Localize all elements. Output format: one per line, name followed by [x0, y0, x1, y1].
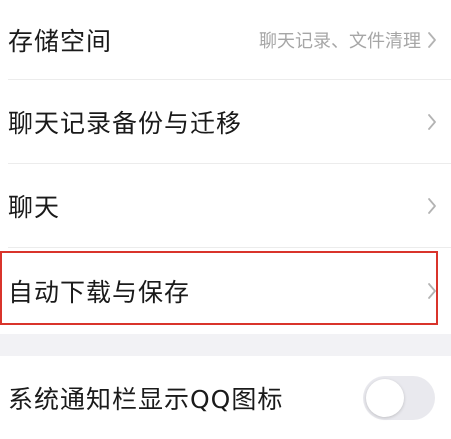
chevron-right-icon — [428, 114, 436, 130]
settings-row-backup-migrate[interactable]: 聊天记录备份与迁移 — [0, 80, 451, 164]
chevron-right-icon — [428, 283, 436, 299]
storage-subtext: 聊天记录、文件清理 — [259, 31, 421, 52]
chat-right — [427, 197, 437, 215]
qq-icon-toggle[interactable] — [363, 376, 435, 420]
auto-download-label: 自动下载与保存 — [8, 278, 191, 307]
chevron-right-icon — [428, 198, 436, 214]
chevron-right-icon — [428, 32, 436, 48]
toggle-knob — [366, 379, 404, 417]
settings-row-storage[interactable]: 存储空间 聊天记录、文件清理 — [0, 0, 451, 80]
backup-label: 聊天记录备份与迁移 — [8, 109, 243, 138]
qq-icon-right — [363, 376, 437, 420]
settings-row-qq-icon[interactable]: 系统通知栏显示QQ图标 — [0, 356, 451, 439]
chat-label: 聊天 — [8, 193, 61, 222]
storage-right: 聊天记录、文件清理 — [259, 27, 437, 53]
auto-download-right — [427, 282, 437, 300]
backup-right — [427, 113, 437, 131]
storage-label: 存储空间 — [8, 27, 113, 56]
settings-row-chat[interactable]: 聊天 — [0, 164, 451, 248]
settings-row-auto-download[interactable]: 自动下载与保存 — [0, 248, 451, 334]
settings-screen: 存储空间 聊天记录、文件清理 聊天记录备份与迁移 聊天 自动下载与保存 系统通知… — [0, 0, 451, 439]
section-gap — [0, 334, 451, 356]
qq-icon-label: 系统通知栏显示QQ图标 — [8, 385, 284, 414]
